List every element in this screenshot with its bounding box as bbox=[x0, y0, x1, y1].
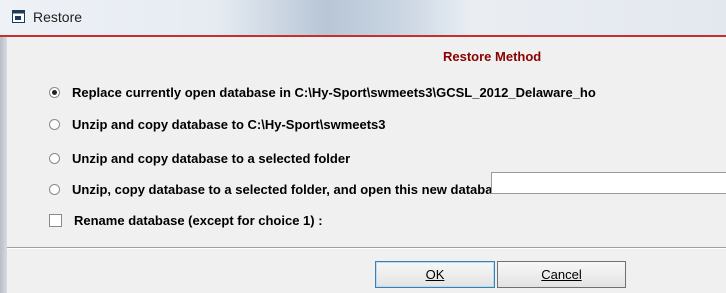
rename-input[interactable] bbox=[491, 172, 726, 194]
title-bar: Restore bbox=[0, 0, 726, 36]
radio-unzip-copy-default[interactable] bbox=[49, 118, 60, 130]
ok-button[interactable]: OK bbox=[375, 261, 495, 288]
rename-option[interactable]: Rename database (except for choice 1) : bbox=[49, 210, 323, 230]
cancel-button[interactable]: Cancel bbox=[497, 261, 626, 288]
rename-checkbox[interactable] bbox=[49, 213, 62, 227]
window-title: Restore bbox=[33, 9, 83, 25]
option-label: Replace currently open database in C:\Hy… bbox=[72, 84, 596, 100]
option-unzip-copy-selected[interactable]: Unzip and copy database to a selected fo… bbox=[49, 148, 350, 168]
window-left-edge bbox=[0, 37, 7, 293]
option-label: Unzip, copy database to a selected folde… bbox=[72, 181, 507, 197]
option-replace-open-db[interactable]: Replace currently open database in C:\Hy… bbox=[49, 82, 596, 102]
ok-button-label: OK bbox=[425, 267, 445, 282]
radio-unzip-copy-selected[interactable] bbox=[49, 152, 60, 164]
radio-unzip-copy-open[interactable] bbox=[49, 183, 60, 195]
section-heading: Restore Method bbox=[443, 49, 542, 64]
rename-label: Rename database (except for choice 1) : bbox=[74, 212, 323, 228]
radio-replace-open-db[interactable] bbox=[49, 86, 60, 98]
cancel-button-label: Cancel bbox=[541, 267, 582, 282]
option-unzip-copy-open[interactable]: Unzip, copy database to a selected folde… bbox=[49, 179, 507, 199]
option-label: Unzip and copy database to C:\Hy-Sport\s… bbox=[72, 116, 386, 132]
option-label: Unzip and copy database to a selected fo… bbox=[72, 150, 351, 166]
restore-window-icon bbox=[12, 10, 25, 23]
restore-panel: Restore Method Replace currently open da… bbox=[7, 37, 726, 247]
option-unzip-copy-default[interactable]: Unzip and copy database to C:\Hy-Sport\s… bbox=[49, 114, 386, 134]
